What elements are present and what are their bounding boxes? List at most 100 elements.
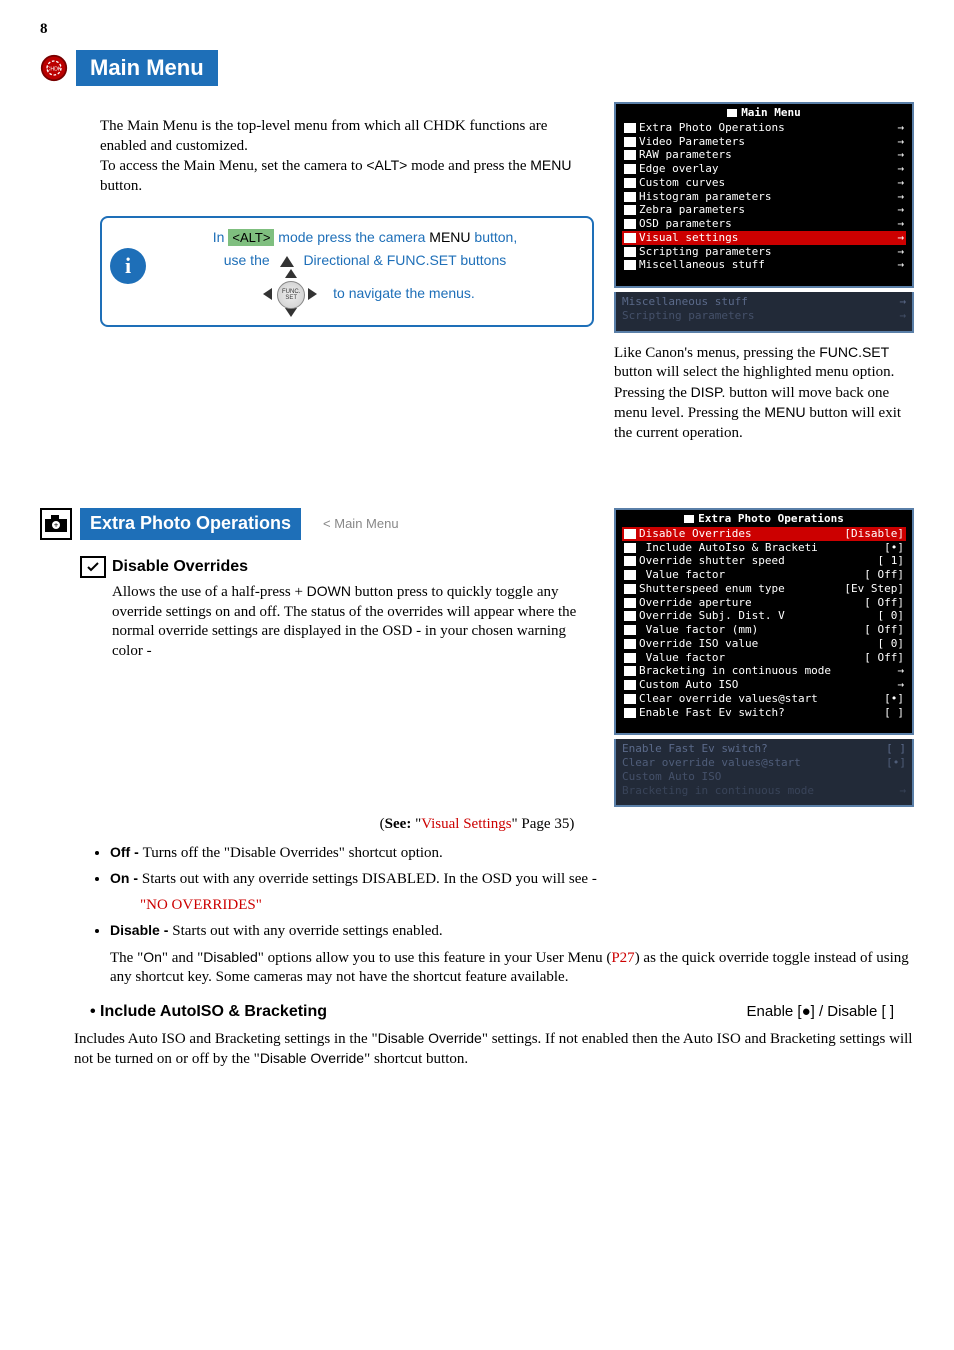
screenshot-menu-item: Extra Photo Operations→ — [622, 121, 906, 135]
option-off: Off - Turns off the "Disable Overrides" … — [110, 843, 914, 864]
on-word: On — [143, 949, 162, 965]
screenshot-extra-item: Override shutter speed[ 1] — [622, 554, 906, 568]
screenshot-extra-item: Override Subj. Dist. V[ 0] — [622, 609, 906, 623]
ss-footer1: Miscellaneous stuff — [622, 295, 748, 308]
screenshot-extra-item: Bracketing in continuous mode→ — [622, 664, 906, 678]
disable-override-label1: Disable Override — [378, 1030, 482, 1046]
screenshot-extra-item: Clear override values@start[•] — [622, 692, 906, 706]
disable-overrides-label: Disable Overrides — [112, 557, 248, 578]
options-list: Off - Turns off the "Disable Overrides" … — [40, 843, 914, 988]
see-end: " Page 35) — [512, 816, 575, 832]
screenshot-menu-item: Zebra parameters→ — [622, 203, 906, 217]
info-line3-row: FUNC.SET to navigate the menus. — [152, 271, 578, 315]
screenshot-extra-footer-item: Bracketing in continuous mode→ — [622, 784, 906, 798]
alt-badge: <ALT> — [228, 229, 274, 246]
chdk-logo-icon: CHDK — [40, 54, 68, 82]
disable-label: Disable - — [110, 922, 172, 938]
info-line1-end: button, — [471, 229, 518, 245]
screenshot-extra-footer-item: Enable Fast Ev switch?[ ] — [622, 742, 906, 756]
screenshot-extra-item: Override ISO value[ 0] — [622, 637, 906, 651]
extra-ops-screenshot: Extra Photo Operations Disable Overrides… — [614, 508, 914, 735]
screenshot-extra-footer-item: Clear override values@start[•] — [622, 756, 906, 770]
disable-overrides-heading: Disable Overrides — [80, 556, 594, 578]
info-line1: In <ALT> mode press the camera MENU butt… — [152, 228, 578, 247]
option-footer: The "On" and "Disabled" options allow yo… — [110, 948, 914, 988]
disable-override-label2: Disable Override — [260, 1050, 364, 1066]
camera-plus-icon: + — [40, 508, 72, 540]
include-autoiso-row: • Include AutoISO & Bracketing Enable [●… — [90, 1002, 894, 1023]
disable-text: Starts out with any override settings en… — [172, 923, 442, 939]
screenshot-extra-item: Shutterspeed enum type[Ev Step] — [622, 582, 906, 596]
extra-heading-row: + Extra Photo Operations < Main Menu — [40, 508, 594, 540]
screenshot-menu-item: Scripting parameters→ — [622, 245, 906, 259]
extra-ops-screenshot-footer: Enable Fast Ev switch?[ ]Clear override … — [614, 739, 914, 807]
alt-mode-label: <ALT> — [366, 157, 407, 173]
f-mid1: " and " — [162, 950, 203, 966]
screenshot-extra-item: Value factor (mm)[ Off] — [622, 623, 906, 637]
disp-label: DISP. — [691, 384, 726, 400]
menu-label2: MENU — [764, 404, 805, 420]
breadcrumb[interactable]: < Main Menu — [323, 516, 399, 533]
screenshot-extra-footer-item: Custom Auto ISO — [622, 770, 906, 784]
svg-text:CHDK: CHDK — [47, 66, 62, 72]
extra-photo-ops-title: Extra Photo Operations — [80, 508, 301, 539]
page-number: 8 — [40, 20, 914, 40]
on-text: Starts out with any override settings DI… — [142, 871, 597, 887]
func-set-button-icon: FUNC.SET — [277, 281, 305, 309]
screenshot-extra-item: Override aperture[ Off] — [622, 596, 906, 610]
main-menu-para1: The Main Menu is the top-level menu from… — [100, 118, 547, 154]
info-line1-mid: mode press the camera — [274, 229, 429, 245]
main-menu-screenshot-footer: Miscellaneous stuff→ Scripting parameter… — [614, 292, 914, 333]
screenshot-extra-item: Custom Auto ISO→ — [622, 678, 906, 692]
main-menu-title: Main Menu — [76, 50, 218, 87]
include-autoiso-para: Includes Auto ISO and Bracketing setting… — [74, 1029, 914, 1070]
checkbox-icon — [80, 556, 106, 578]
visual-settings-link[interactable]: Visual Settings — [421, 816, 511, 832]
ss-footer2: Scripting parameters — [622, 309, 754, 322]
screenshot-menu-item: Custom curves→ — [622, 176, 906, 190]
f-pre: The " — [110, 950, 143, 966]
off-label: Off - — [110, 844, 143, 860]
include-autoiso-status: Enable [●] / Disable [ ] — [747, 1002, 894, 1022]
info-line2-pre: use the — [224, 252, 274, 268]
screenshot-menu-item: Video Parameters→ — [622, 135, 906, 149]
main-menu-para2-pre: To access the Main Menu, set the camera … — [100, 158, 366, 174]
screenshot-title: Main Menu — [741, 106, 801, 119]
screenshot-extra-item: Enable Fast Ev switch?[ ] — [622, 706, 906, 720]
info-icon: i — [110, 248, 146, 284]
rp-pre: Like Canon's menus, pressing the — [614, 345, 819, 361]
main-menu-heading-row: CHDK Main Menu — [40, 50, 914, 87]
screenshot-extra-item: Value factor[ Off] — [622, 568, 906, 582]
screenshot-extra-item: Include AutoIso & Bracketi[•] — [622, 541, 906, 555]
p27-link[interactable]: P27 — [611, 950, 634, 966]
info-menu-word: MENU — [429, 229, 470, 245]
option-disable: Disable - Starts out with any override s… — [110, 921, 914, 988]
up-arrow-icon — [280, 256, 294, 267]
screenshot-menu-item: Visual settings→ — [622, 231, 906, 245]
main-menu-para2-end: button. — [100, 178, 142, 194]
off-text: Turns off the "Disable Overrides" shortc… — [143, 845, 443, 861]
option-on: On - Starts out with any override settin… — [110, 869, 914, 915]
include-autoiso-heading: • Include AutoISO & Bracketing — [90, 1002, 327, 1023]
info-line2: use the Directional & FUNC.SET buttons — [152, 251, 578, 269]
do-pre: Allows the use of a half-press + — [112, 584, 307, 600]
main-menu-para2-post: mode and press the — [407, 158, 530, 174]
no-overrides-text: "NO OVERRIDES" — [140, 896, 914, 916]
screenshot-menu-item: RAW parameters→ — [622, 148, 906, 162]
main-menu-screenshot: Main Menu Extra Photo Operations→Video P… — [614, 102, 914, 288]
screenshot-extra-item: Value factor[ Off] — [622, 651, 906, 665]
disabled-word: Disabled — [203, 949, 257, 965]
disable-overrides-para: Allows the use of a half-press + DOWN bu… — [112, 582, 594, 661]
right-description: Like Canon's menus, pressing the FUNC.SE… — [614, 343, 914, 444]
directional-pad-icon: FUNC.SET — [255, 271, 325, 315]
inc-pre: Includes Auto ISO and Bracketing setting… — [74, 1031, 378, 1047]
screenshot-extra-item: Disable Overrides[Disable] — [622, 527, 906, 541]
screenshot-menu-item: Edge overlay→ — [622, 162, 906, 176]
down-label: DOWN — [307, 583, 351, 599]
info-line2-end: Directional & FUNC.SET buttons — [303, 252, 506, 268]
f-mid2: " options allow you to use this feature … — [258, 950, 612, 966]
menu-button-label: MENU — [530, 157, 571, 173]
main-menu-intro: The Main Menu is the top-level menu from… — [100, 117, 594, 196]
info-tip-box: i In <ALT> mode press the camera MENU bu… — [100, 216, 594, 327]
info-line1-pre: In — [213, 229, 229, 245]
